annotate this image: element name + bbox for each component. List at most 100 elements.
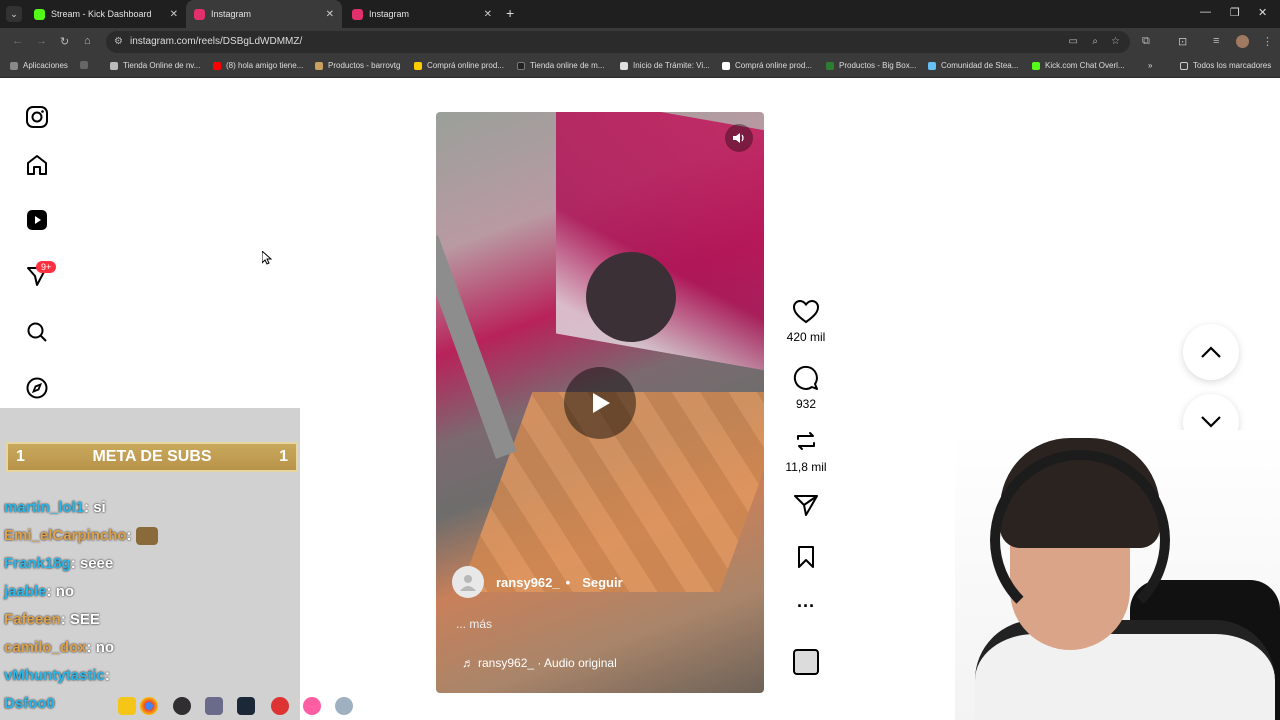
cast-icon[interactable]: ▭ — [1069, 31, 1078, 53]
more-options-action[interactable]: ··· — [782, 596, 830, 617]
bookmark-star-icon[interactable]: ☆ — [1111, 31, 1120, 53]
play-button[interactable] — [564, 367, 636, 439]
new-tab-button[interactable]: + — [506, 5, 514, 21]
close-icon[interactable]: ✕ — [326, 9, 334, 20]
maximize-icon[interactable]: ❐ — [1230, 6, 1240, 19]
chrome-icon[interactable] — [140, 697, 158, 715]
taskbar-app-icon[interactable] — [303, 697, 321, 715]
back-icon[interactable]: ← — [12, 35, 23, 47]
repost-count: 11,8 mil — [785, 460, 827, 474]
screenshot-icon[interactable]: ⊡ — [1178, 35, 1187, 48]
tab-label: Stream - Kick Dashboard — [51, 9, 152, 19]
bookmark-item[interactable]: Productos - barrovtg — [315, 61, 400, 70]
like-action[interactable]: 420 mil — [782, 300, 830, 344]
close-window-icon[interactable]: ✕ — [1258, 6, 1267, 19]
chat-message: : seee — [70, 555, 114, 572]
chat-username: Dsfoo0 — [4, 695, 55, 712]
bookmarks-bar: Aplicaciones Tienda Online de nv... (8) … — [0, 56, 1280, 78]
audio-label: ransy962_ · Audio original — [478, 656, 617, 670]
instagram-icon — [194, 8, 205, 20]
bookmark-item[interactable]: Inicio de Trámite: Vi... — [620, 61, 710, 70]
bookmark-favicon — [414, 61, 422, 70]
mouse-cursor-icon — [262, 251, 272, 265]
steam-icon[interactable] — [237, 697, 255, 715]
extensions-icon[interactable]: ⧉ — [1142, 35, 1150, 48]
share-action[interactable] — [782, 493, 830, 523]
close-icon[interactable]: ✕ — [170, 9, 178, 20]
home-icon[interactable] — [22, 150, 52, 180]
headset-icon — [990, 450, 1170, 630]
instagram-logo-icon[interactable] — [22, 102, 52, 132]
bookmark-item[interactable]: Tienda online de m... — [517, 61, 604, 70]
separator-dot: • — [565, 574, 571, 590]
audio-avatar[interactable] — [782, 649, 830, 675]
taskbar-app-icon[interactable] — [205, 697, 223, 715]
reel-author: ransy962_ • Seguir — [452, 566, 629, 598]
all-bookmarks[interactable]: Todos los marcadores — [1180, 61, 1271, 70]
comment-action[interactable]: 932 — [782, 365, 830, 411]
home-icon[interactable]: ⌂ — [84, 35, 91, 47]
bookmark-item[interactable]: Comprá online prod... — [722, 61, 812, 70]
minimize-icon[interactable]: — — [1200, 6, 1211, 18]
chat-username: Emi_elCarpincho — [4, 527, 127, 544]
chat-line: martin_lol1: si — [4, 499, 106, 516]
bookmark-favicon — [826, 61, 834, 70]
previous-reel-button[interactable] — [1183, 324, 1239, 380]
reel-video[interactable]: ransy962_ • Seguir ... más ♬ ransy962_ · … — [436, 112, 764, 693]
chat-username: martin_lol1 — [4, 499, 85, 516]
reels-icon[interactable] — [22, 205, 52, 235]
kick-icon — [1032, 61, 1040, 70]
bookmark-item[interactable]: Productos - Big Box... — [826, 61, 916, 70]
bookmark-item[interactable]: Kick.com Chat Overl... — [1032, 61, 1125, 70]
tab-instagram[interactable]: Instagram ✕ — [344, 0, 500, 28]
bookmark-favicon — [110, 61, 118, 70]
tab-label: Instagram — [211, 9, 252, 19]
media-icon[interactable]: ≡ — [1213, 35, 1219, 47]
search-icon[interactable] — [22, 317, 52, 347]
close-icon[interactable]: ✕ — [484, 9, 492, 20]
taskbar-app-icon[interactable] — [118, 697, 136, 715]
caption-more-link[interactable]: ... más — [456, 617, 492, 631]
chat-line: camilo_dox: no — [4, 639, 114, 656]
follow-button[interactable]: Seguir — [576, 573, 628, 592]
zoom-icon[interactable]: ⌕ — [1092, 31, 1098, 53]
forward-icon[interactable]: → — [36, 35, 47, 47]
reload-icon[interactable]: ↻ — [60, 35, 69, 48]
site-info-icon[interactable]: ⚙ — [114, 31, 123, 53]
save-action[interactable] — [782, 545, 830, 575]
chat-message: : — [126, 527, 132, 544]
taskbar-app-icon[interactable] — [271, 697, 289, 715]
tab-search-icon[interactable]: ⌄ — [6, 6, 22, 22]
bookmark-item[interactable]: (8) hola amigo tiene... — [213, 61, 303, 70]
bookmark-item[interactable] — [80, 61, 93, 69]
explore-icon[interactable] — [22, 373, 52, 403]
bookmark-label: Productos - Big Box... — [839, 61, 917, 70]
tab-kick-dashboard[interactable]: Stream - Kick Dashboard ✕ — [26, 0, 186, 28]
address-bar[interactable]: instagram.com/reels/DSBgLdWDMMZ/ ⚙ ▭ ⌕ ☆ — [106, 31, 1130, 53]
subs-goal-target: 1 — [279, 448, 288, 465]
volume-icon[interactable] — [725, 124, 753, 152]
url-text: instagram.com/reels/DSBgLdWDMMZ/ — [130, 36, 303, 47]
profile-avatar[interactable] — [1236, 35, 1249, 48]
more-dots-icon: ··· — [797, 596, 815, 616]
emote-icon — [135, 527, 158, 546]
bookmark-item[interactable]: Tienda Online de nv... — [110, 61, 200, 70]
bookmark-label: Kick.com Chat Overl... — [1045, 61, 1125, 70]
music-note-icon: ♬ — [462, 656, 474, 670]
repost-action[interactable]: 11,8 mil — [782, 428, 830, 474]
avatar[interactable] — [452, 566, 484, 598]
tab-instagram-active[interactable]: Instagram ✕ — [186, 0, 342, 28]
menu-icon[interactable]: ⋮ — [1262, 35, 1273, 48]
obs-icon[interactable] — [173, 697, 191, 715]
username-link[interactable]: ransy962_ — [496, 575, 560, 590]
instagram-icon — [352, 8, 363, 20]
chat-line: jaable: no — [4, 583, 74, 600]
bookmark-apps[interactable]: Aplicaciones — [10, 61, 68, 70]
bookmark-item[interactable]: Comprá online prod... — [414, 61, 504, 70]
bookmark-favicon — [722, 61, 730, 70]
bookmark-item[interactable]: Comunidad de Stea... — [928, 61, 1018, 70]
more-bookmarks-button[interactable]: » — [1148, 61, 1152, 70]
audio-track[interactable]: ♬ ransy962_ · Audio original — [462, 656, 617, 670]
taskbar-app-icon[interactable] — [335, 697, 353, 715]
chat-line: vMhuntytastic: — [4, 667, 110, 684]
